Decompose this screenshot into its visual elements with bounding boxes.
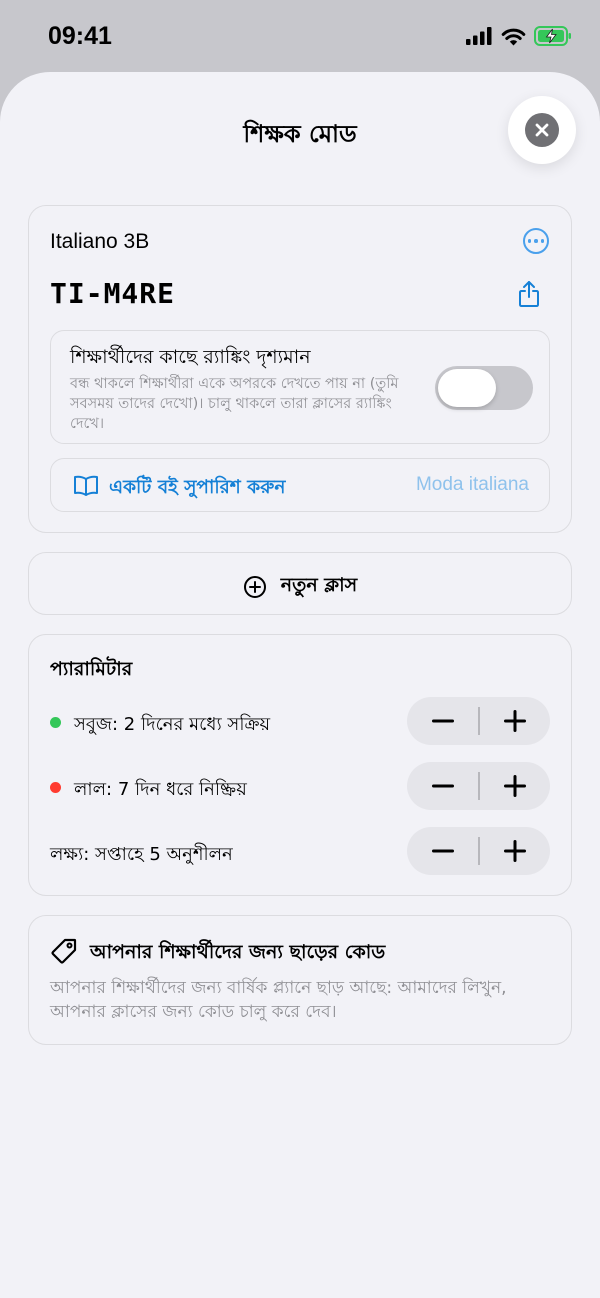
param-row-red: লাল: 7 দিন ধরে নিষ্ক্রিয় xyxy=(50,762,550,812)
recommend-book-button[interactable]: একটি বই সুপারিশ করুন Moda italiana xyxy=(50,458,550,512)
toggle-knob xyxy=(438,369,496,407)
decrement-button[interactable] xyxy=(407,762,478,810)
param-row-green: সবুজ: 2 দিনের মধ্যে সক্রিয় xyxy=(50,697,550,747)
discount-code-card[interactable]: আপনার শিক্ষার্থীদের জন্য ছাড়ের কোড আপনা… xyxy=(28,915,572,1045)
increment-button[interactable] xyxy=(479,697,550,745)
new-class-button[interactable]: নতুন ক্লাস xyxy=(28,552,572,615)
ranking-visibility-setting: শিক্ষার্থীদের কাছে র‍্যাঙ্কিং দৃশ্যমান ব… xyxy=(50,330,550,444)
teacher-mode-sheet: শিক্ষক মোড Italiano 3B TI-M4RE শিক্ষার্থ… xyxy=(0,72,600,1298)
parameters-card: প্যারামিটার সবুজ: 2 দিনের মধ্যে সক্রিয় … xyxy=(28,634,572,896)
minus-icon xyxy=(431,719,454,723)
wifi-icon xyxy=(501,28,526,45)
decrement-button[interactable] xyxy=(407,697,478,745)
param-label: লাল: 7 দিন ধরে নিষ্ক্রিয় xyxy=(74,779,247,800)
new-class-label: নতুন ক্লাস xyxy=(280,574,358,596)
share-icon[interactable] xyxy=(517,280,541,308)
status-time: 09:41 xyxy=(48,22,112,50)
class-card: Italiano 3B TI-M4RE শিক্ষার্থীদের কাছে র… xyxy=(28,205,572,533)
increment-button[interactable] xyxy=(479,762,550,810)
green-days-stepper xyxy=(407,697,550,745)
status-bar: 09:41 xyxy=(0,0,600,72)
ranking-toggle[interactable] xyxy=(435,366,533,410)
recommended-book-value: Moda italiana xyxy=(415,474,529,495)
param-label: লক্ষ্য: সপ্তাহে 5 অনুশীলন xyxy=(50,844,233,865)
red-status-dot xyxy=(50,782,61,793)
tag-icon xyxy=(51,938,77,964)
weekly-goal-stepper xyxy=(407,827,550,875)
minus-icon xyxy=(431,849,454,853)
battery-charging-icon xyxy=(534,26,571,46)
param-row-goal: লক্ষ্য: সপ্তাহে 5 অনুশীলন xyxy=(50,827,550,877)
discount-code-title: আপনার শিক্ষার্থীদের জন্য ছাড়ের কোড xyxy=(90,941,386,963)
param-label: সবুজ: 2 দিনের মধ্যে সক্রিয় xyxy=(74,714,271,735)
plus-icon xyxy=(503,710,526,732)
decrement-button[interactable] xyxy=(407,827,478,875)
green-status-dot xyxy=(50,717,61,728)
close-icon xyxy=(525,113,559,147)
plus-circle-icon xyxy=(243,576,266,598)
red-days-stepper xyxy=(407,762,550,810)
ranking-description: বন্ধ থাকলে শিক্ষার্থীরা একে অপরকে দেখতে … xyxy=(70,376,399,432)
close-button[interactable] xyxy=(508,96,576,164)
cellular-signal-icon xyxy=(466,27,492,45)
class-code: TI-M4RE xyxy=(50,277,176,310)
ranking-title: শিক্ষার্থীদের কাছে র‍্যাঙ্কিং দৃশ্যমান xyxy=(70,346,311,368)
recommend-book-label: একটি বই সুপারিশ করুন xyxy=(109,477,286,498)
more-options-icon[interactable] xyxy=(523,228,549,254)
book-icon xyxy=(74,475,98,496)
class-name: Italiano 3B xyxy=(50,230,150,253)
plus-icon xyxy=(503,840,526,862)
parameters-title: প্যারামিটার xyxy=(50,658,133,680)
increment-button[interactable] xyxy=(479,827,550,875)
minus-icon xyxy=(431,784,454,788)
plus-icon xyxy=(503,775,526,797)
status-icons xyxy=(466,26,572,46)
discount-code-description: আপনার শিক্ষার্থীদের জন্য বার্ষিক প্ল্যান… xyxy=(50,978,507,1022)
